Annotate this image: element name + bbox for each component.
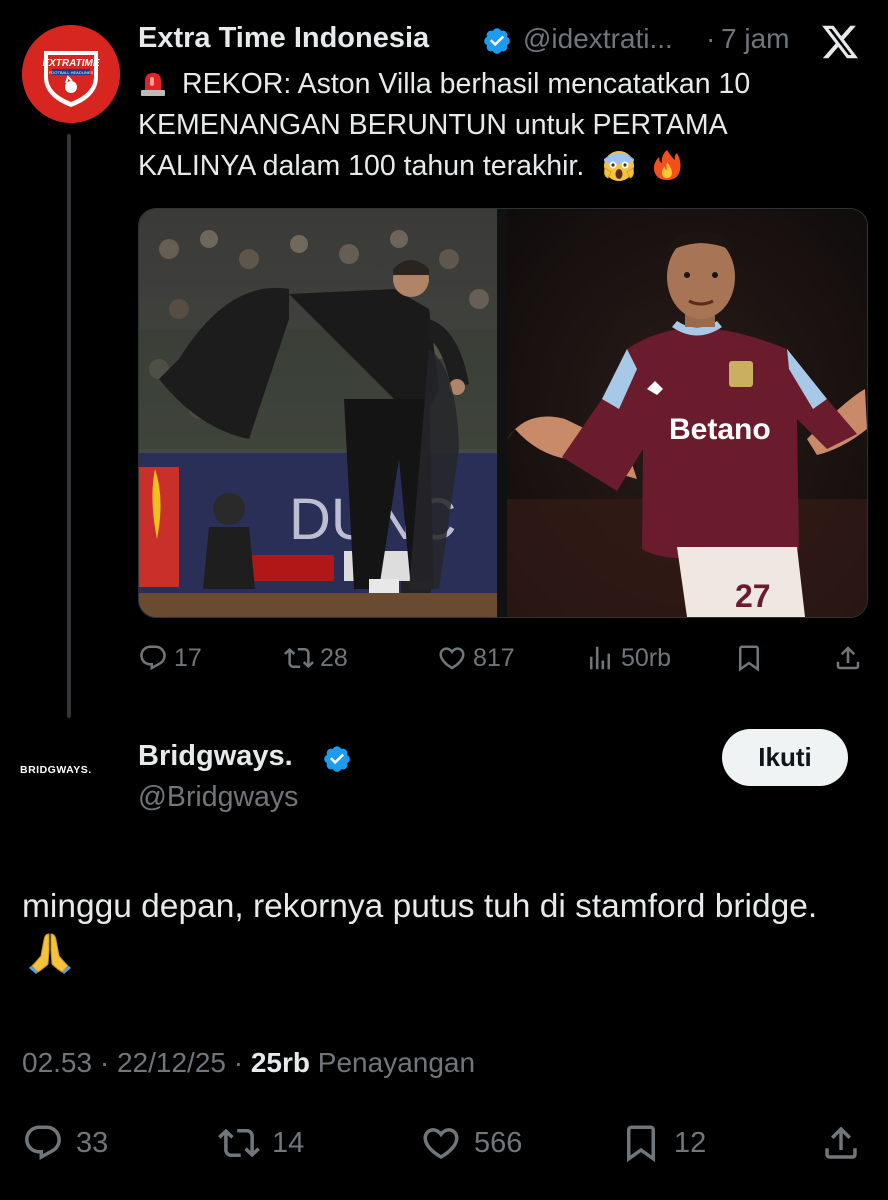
reply-button[interactable]: 33 [22,1118,108,1168]
quoted-text-line1: REKOR: Aston Villa berhasil mencatatkan … [182,68,751,100]
share-button[interactable] [820,1118,874,1168]
reply-icon [140,645,166,671]
separator-dot: · [99,1047,110,1078]
quoted-author-name[interactable]: Extra Time Indonesia [138,22,429,55]
heart-icon [439,647,465,670]
share-icon [825,1126,857,1159]
quoted-share-button[interactable] [833,638,869,678]
separator-dot: · [706,23,716,54]
bookmark-icon [627,1125,655,1163]
shirt-sponsor: Betano [669,413,771,446]
views-bar-icon [590,646,610,670]
like-count: 566 [474,1126,523,1159]
player-shrug-photo[interactable]: Betano 27 [507,209,867,617]
repost-count: 14 [272,1126,305,1159]
repost-button[interactable]: 14 [218,1118,304,1168]
quoted-reply-button[interactable]: 17 [138,638,202,678]
svg-text:FOOTBALL HEADLINES: FOOTBALL HEADLINES [49,70,94,75]
reply-count: 33 [76,1126,109,1159]
tweet-meta: 02.53 · 22/12/25 · 25rb Penayangan [22,1047,475,1079]
share-icon [836,646,860,670]
bookmark-icon [739,645,759,672]
views-label: Penayangan [317,1047,476,1078]
extra-time-avatar[interactable]: EXTRATIME FOOTBALL HEADLINES [22,25,120,123]
quoted-views-count: 50rb [621,643,672,672]
quoted-reply-count: 17 [174,643,202,672]
fire-emoji-icon [650,148,684,182]
quoted-like-button[interactable]: 817 [437,638,515,678]
tweet-text-block: minggu depan, rekornya putus tuh di stam… [22,884,862,979]
repost-icon [284,647,314,669]
tweet-date[interactable]: 22/12/25 [117,1047,226,1078]
siren-emoji-icon [138,68,168,98]
quoted-repost-button[interactable]: 28 [284,638,348,678]
separator-dot: · [233,1047,244,1078]
quoted-time[interactable]: 7 jam [721,23,789,55]
repost-icon [218,1128,260,1158]
tweet-time[interactable]: 02.53 [22,1047,92,1078]
svg-text:EXTRATIME: EXTRATIME [42,58,99,69]
extra-time-logo: EXTRATIME FOOTBALL HEADLINES [22,25,120,123]
follow-button[interactable]: Ikuti [722,729,848,786]
quoted-views-button[interactable]: 50rb [585,638,671,678]
quoted-text-line2: KEMENANGAN BERUNTUN untuk PERTAMA [138,109,728,141]
bookmark-button[interactable]: 12 [620,1118,706,1168]
quoted-tweet-text: REKOR: Aston Villa berhasil mencatatkan … [138,64,878,187]
quoted-text-line3: KALINYA dalam 100 tahun terakhir. [138,150,585,182]
bridgways-avatar[interactable]: BRIDGWAYS. [20,760,120,790]
bridgways-logo-text: BRIDGWAYS. [20,764,92,776]
folded-hands-emoji-icon [28,930,72,974]
screaming-face-emoji-icon [602,148,636,182]
like-button[interactable]: 566 [420,1118,522,1168]
bookmark-count: 12 [674,1126,707,1159]
views-count: 25rb [250,1047,311,1078]
quoted-media-gallery[interactable]: DUNC Betano 27 [138,208,868,618]
verified-badge-icon [484,28,510,54]
quoted-like-count: 817 [473,643,515,672]
heart-icon [423,1128,459,1160]
shirt-number: 27 [735,578,771,614]
thread-connector [67,134,71,718]
tweet-text: minggu depan, rekornya putus tuh di stam… [22,888,818,925]
quoted-bookmark-button[interactable] [734,638,770,678]
quoted-author-handle[interactable]: @idextrati... [523,23,673,55]
verified-badge-icon [324,746,350,772]
quoted-repost-count: 28 [320,643,348,672]
author-handle[interactable]: @Bridgways [138,781,298,814]
coach-celebration-photo[interactable]: DUNC [139,209,497,617]
author-name[interactable]: Bridgways. [138,740,293,773]
x-logo-icon [822,25,859,59]
reply-icon [25,1125,61,1160]
